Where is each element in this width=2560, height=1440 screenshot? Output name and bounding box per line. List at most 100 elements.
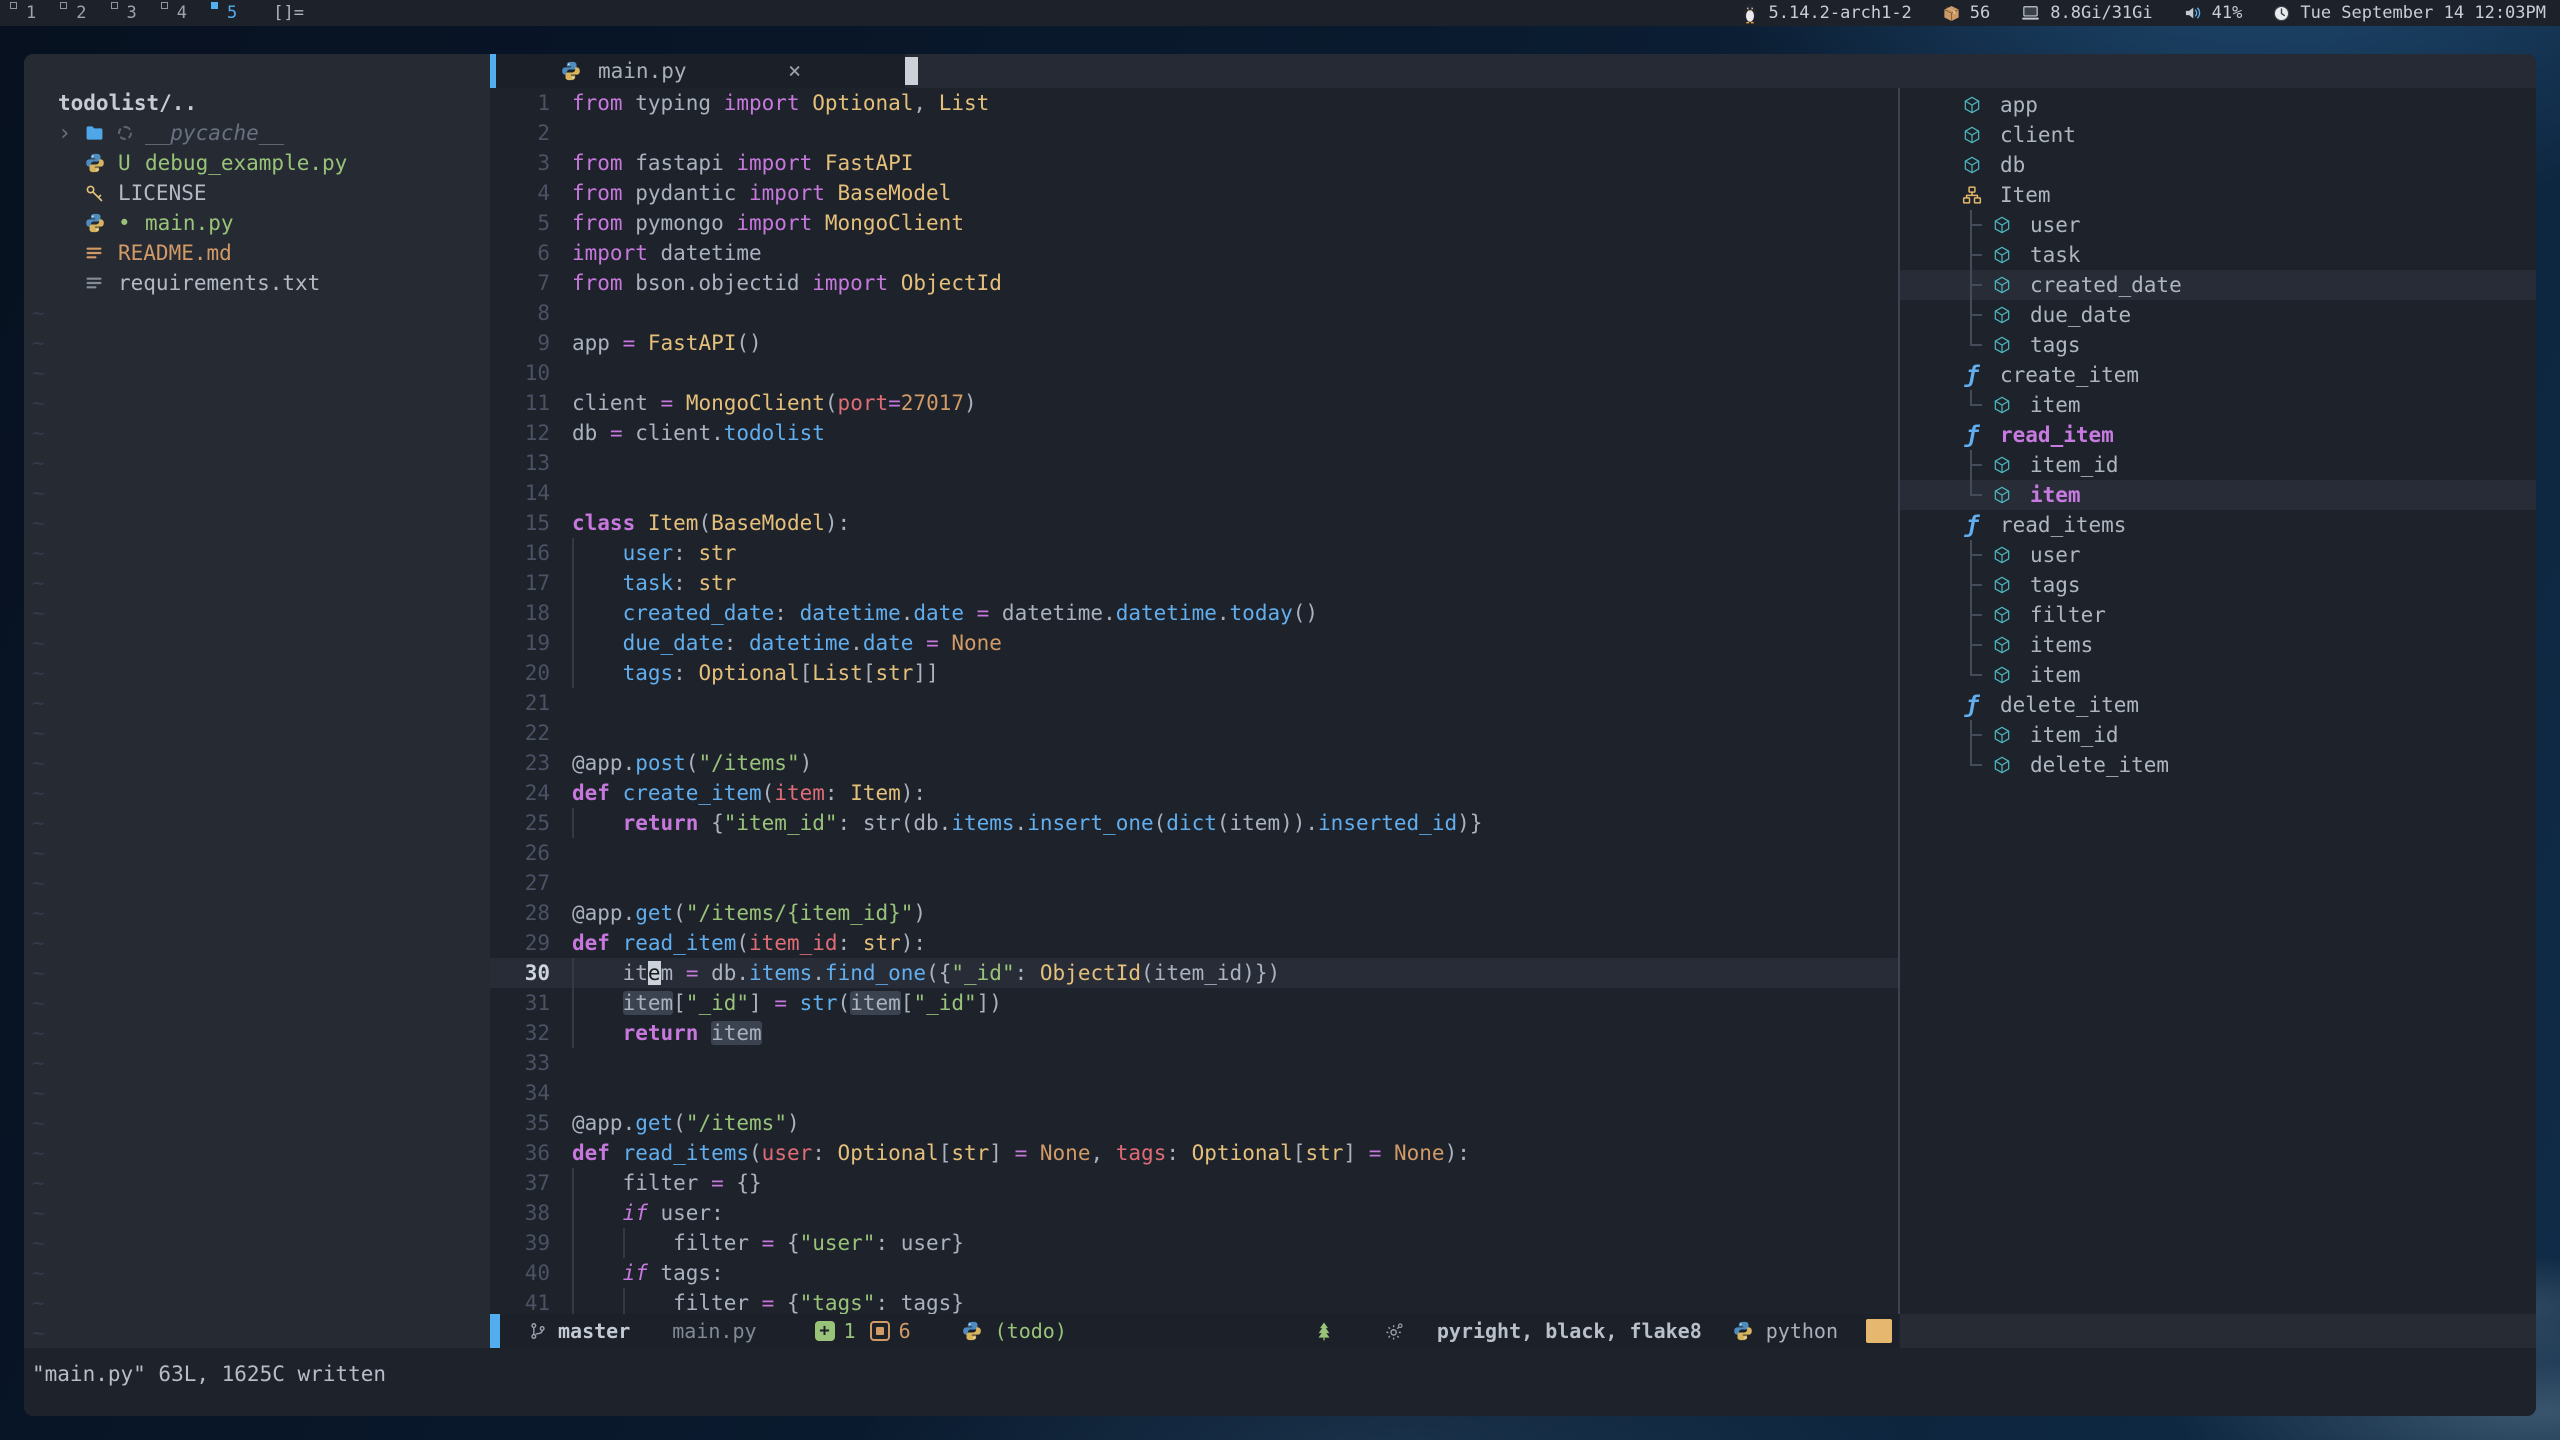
code-line-13[interactable]: 13 (490, 448, 1898, 478)
code-line-28[interactable]: 28@app.get("/items/{item_id}") (490, 898, 1898, 928)
code-line-8[interactable]: 8 (490, 298, 1898, 328)
tree-item-README.md[interactable]: README.md (24, 238, 490, 268)
line-number: 26 (490, 838, 572, 868)
code-line-32[interactable]: 32return item (490, 1018, 1898, 1048)
outline-item-item[interactable]: item (1900, 480, 2536, 510)
code-line-35[interactable]: 35@app.get("/items") (490, 1108, 1898, 1138)
outline-item-delete_item[interactable]: ƒdelete_item (1900, 690, 2536, 720)
outline-item-client[interactable]: client (1900, 120, 2536, 150)
code-line-1[interactable]: 1from typing import Optional, List (490, 88, 1898, 118)
command-line[interactable]: "main.py" 63L, 1625C written (24, 1348, 2536, 1416)
outline-item-user[interactable]: user (1900, 210, 2536, 240)
git-branch-label: master (558, 1319, 630, 1343)
outline-item-due_date[interactable]: due_date (1900, 300, 2536, 330)
outline-item-create_item[interactable]: ƒcreate_item (1900, 360, 2536, 390)
code-line-9[interactable]: 9app = FastAPI() (490, 328, 1898, 358)
code-line-17[interactable]: 17task: str (490, 568, 1898, 598)
outline-item-read_items[interactable]: ƒread_items (1900, 510, 2536, 540)
code-line-22[interactable]: 22 (490, 718, 1898, 748)
code-line-11[interactable]: 11client = MongoClient(port=27017) (490, 388, 1898, 418)
code-line-5[interactable]: 5from pymongo import MongoClient (490, 208, 1898, 238)
outline-item-items[interactable]: items (1900, 630, 2536, 660)
code-line-23[interactable]: 23@app.post("/items") (490, 748, 1898, 778)
empty-line-tilde: ~ (24, 1078, 490, 1108)
line-number: 27 (490, 868, 572, 898)
file-tree-panel[interactable]: todolist/.. ›__pycache__Udebug_example.p… (24, 54, 490, 1348)
tree-item-debug_example.py[interactable]: Udebug_example.py (24, 148, 490, 178)
tab-main-py[interactable]: main.py × (490, 54, 905, 88)
code-line-39[interactable]: 39filter = {"user": user} (490, 1228, 1898, 1258)
outline-item-filter[interactable]: filter (1900, 600, 2536, 630)
empty-line-tilde: ~ (24, 658, 490, 688)
code-line-33[interactable]: 33 (490, 1048, 1898, 1078)
workspace-2[interactable]: 2 (60, 0, 86, 26)
code-line-21[interactable]: 21 (490, 688, 1898, 718)
tree-item-requirements.txt[interactable]: requirements.txt (24, 268, 490, 298)
code-line-38[interactable]: 38if user: (490, 1198, 1898, 1228)
tree-item-LICENSE[interactable]: LICENSE (24, 178, 490, 208)
code-line-19[interactable]: 19due_date: datetime.date = None (490, 628, 1898, 658)
code-line-25[interactable]: 25return {"item_id": str(db.items.insert… (490, 808, 1898, 838)
code-line-4[interactable]: 4from pydantic import BaseModel (490, 178, 1898, 208)
empty-line-tilde: ~ (24, 778, 490, 808)
code-line-41[interactable]: 41filter = {"tags": tags} (490, 1288, 1898, 1314)
code-line-31[interactable]: 31item["_id"] = str(item["_id"]) (490, 988, 1898, 1018)
code-line-30[interactable]: 30item = db.items.find_one({"_id": Objec… (490, 958, 1898, 988)
outline-item-tags[interactable]: tags (1900, 330, 2536, 360)
git-status-badge: • (118, 211, 145, 235)
line-number: 23 (490, 748, 572, 778)
outline-item-task[interactable]: task (1900, 240, 2536, 270)
code-line-29[interactable]: 29def read_item(item_id: str): (490, 928, 1898, 958)
tree-connector (1960, 300, 1988, 330)
outline-item-tags[interactable]: tags (1900, 570, 2536, 600)
outline-item-item_id[interactable]: item_id (1900, 450, 2536, 480)
outline-item-Item[interactable]: Item (1900, 180, 2536, 210)
variable-icon (1990, 725, 2014, 745)
workspace-4[interactable]: 4 (161, 0, 187, 26)
outline-item-delete_item[interactable]: delete_item (1900, 750, 2536, 780)
code-line-24[interactable]: 24def create_item(item: Item): (490, 778, 1898, 808)
line-number: 10 (490, 358, 572, 388)
tree-item-main.py[interactable]: •main.py (24, 208, 490, 238)
outline-item-item[interactable]: item (1900, 660, 2536, 690)
workspace-5[interactable]: 5 (211, 0, 237, 26)
symbols-outline-panel[interactable]: appclientdbItemusertaskcreated_datedue_d… (1900, 88, 2536, 1314)
outline-item-db[interactable]: db (1900, 150, 2536, 180)
code-line-34[interactable]: 34 (490, 1078, 1898, 1108)
code-line-27[interactable]: 27 (490, 868, 1898, 898)
code-line-36[interactable]: 36def read_items(user: Optional[str] = N… (490, 1138, 1898, 1168)
code-line-12[interactable]: 12db = client.todolist (490, 418, 1898, 448)
code-line-14[interactable]: 14 (490, 478, 1898, 508)
outline-item-app[interactable]: app (1900, 90, 2536, 120)
code-line-16[interactable]: 16user: str (490, 538, 1898, 568)
code-line-15[interactable]: 15class Item(BaseModel): (490, 508, 1898, 538)
line-number: 35 (490, 1108, 572, 1138)
tab-close-icon[interactable]: × (788, 59, 801, 84)
code-line-3[interactable]: 3from fastapi import FastAPI (490, 148, 1898, 178)
workspace-1[interactable]: 1 (10, 0, 36, 26)
outline-item-created_date[interactable]: created_date (1900, 270, 2536, 300)
tree-item-__pycache__[interactable]: ›__pycache__ (24, 118, 490, 148)
outline-item-label: filter (2030, 603, 2106, 627)
code-line-7[interactable]: 7from bson.objectid import ObjectId (490, 268, 1898, 298)
code-line-text: from fastapi import FastAPI (572, 148, 913, 178)
code-editor[interactable]: 1from typing import Optional, List23from… (490, 88, 1898, 1314)
outline-item-user[interactable]: user (1900, 540, 2536, 570)
cursor-block: e (648, 961, 661, 985)
tree-item-label: LICENSE (118, 181, 207, 205)
code-line-text: class Item(BaseModel): (572, 508, 850, 538)
code-line-26[interactable]: 26 (490, 838, 1898, 868)
code-line-37[interactable]: 37filter = {} (490, 1168, 1898, 1198)
code-line-2[interactable]: 2 (490, 118, 1898, 148)
code-line-40[interactable]: 40if tags: (490, 1258, 1898, 1288)
outline-item-read_item[interactable]: ƒread_item (1900, 420, 2536, 450)
code-line-20[interactable]: 20tags: Optional[List[str]] (490, 658, 1898, 688)
code-line-10[interactable]: 10 (490, 358, 1898, 388)
workspace-3[interactable]: 3 (111, 0, 137, 26)
outline-item-item[interactable]: item (1900, 390, 2536, 420)
code-line-18[interactable]: 18created_date: datetime.date = datetime… (490, 598, 1898, 628)
outline-item-item_id[interactable]: item_id (1900, 720, 2536, 750)
outline-item-label: db (2000, 153, 2025, 177)
code-line-6[interactable]: 6import datetime (490, 238, 1898, 268)
variable-icon (1990, 305, 2014, 325)
